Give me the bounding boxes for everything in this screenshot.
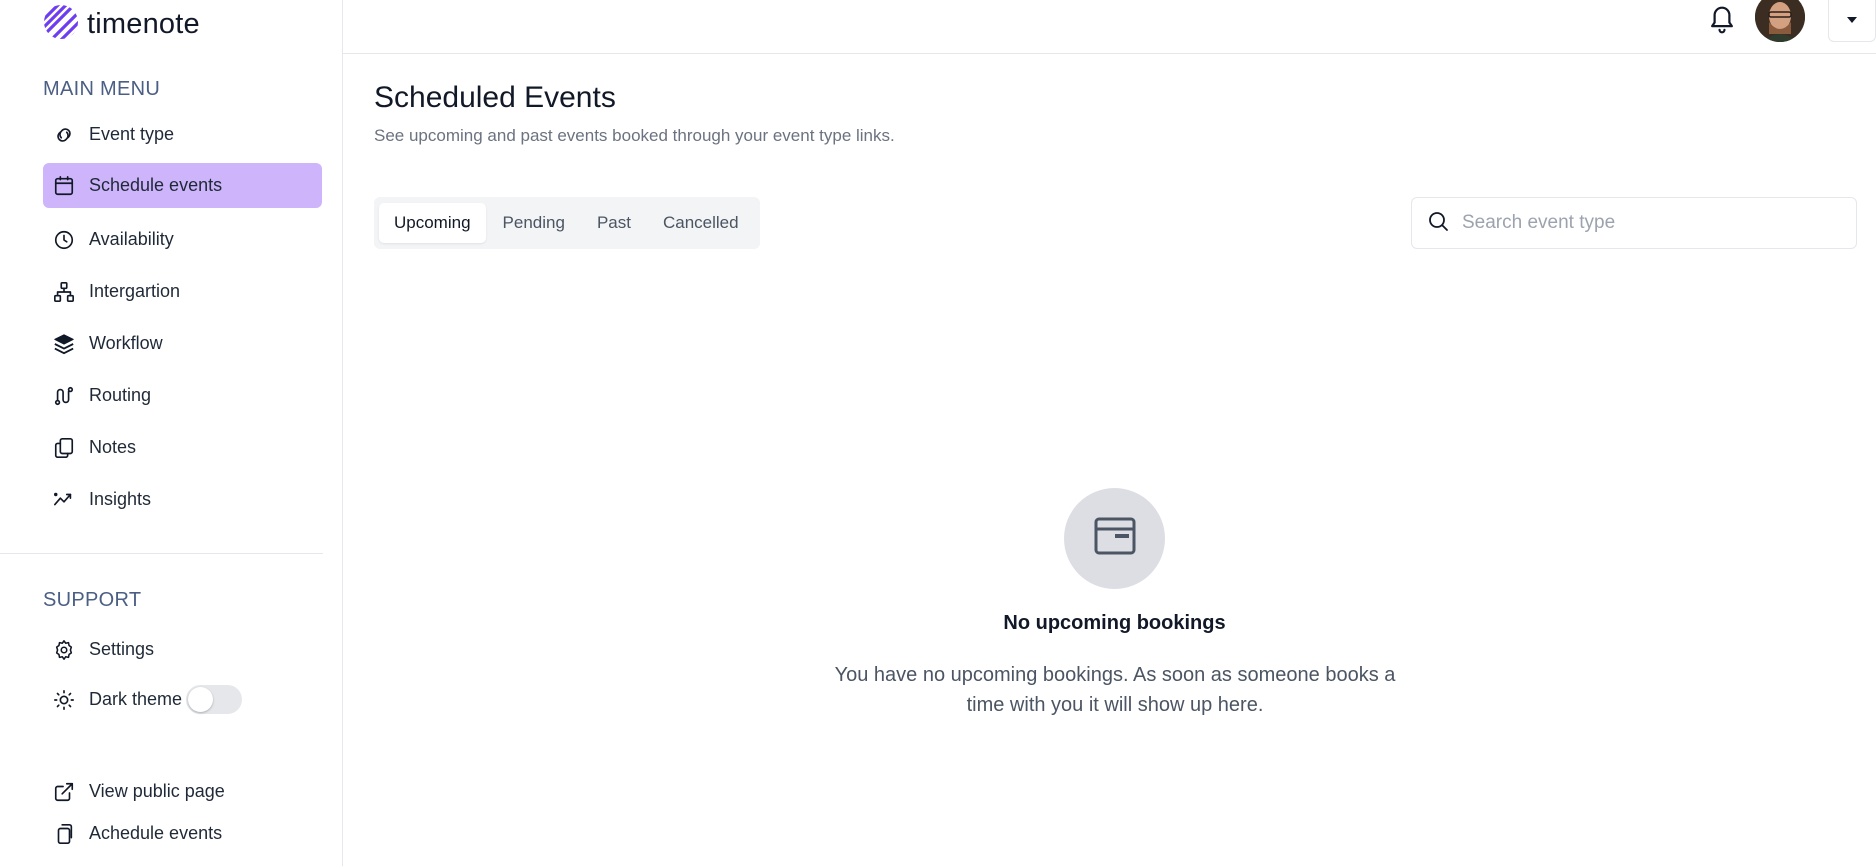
calendar-icon	[53, 175, 75, 197]
link-icon	[53, 124, 75, 146]
sidebar-item-routing[interactable]: Routing	[43, 373, 322, 418]
insights-icon	[53, 489, 75, 511]
logo-icon	[43, 4, 79, 45]
sidebar-divider	[0, 553, 323, 554]
sidebar-item-notes[interactable]: Notes	[43, 425, 322, 470]
sidebar-item-dark-theme: Dark theme	[43, 677, 183, 722]
sidebar-item-label: Settings	[89, 639, 155, 659]
sun-icon	[53, 689, 75, 711]
integration-icon	[53, 281, 75, 303]
route-icon	[53, 385, 75, 407]
search-icon	[1426, 209, 1450, 238]
sidebar-item-label: Availability	[89, 229, 174, 249]
sidebar-item-integration[interactable]: Intergartion	[43, 269, 322, 314]
sidebar-item-achedule-events[interactable]: Achedule events	[43, 811, 322, 856]
account-menu-button[interactable]	[1828, 0, 1876, 42]
sidebar-item-view-public-page[interactable]: View public page	[43, 769, 322, 814]
brand-name: timenote	[87, 7, 200, 40]
sidebar-item-label: Intergartion	[89, 281, 181, 301]
search-box	[1411, 197, 1857, 249]
sidebar-item-label: Workflow	[89, 333, 163, 353]
calendar-window-icon	[1093, 516, 1137, 561]
empty-state-illustration	[1064, 488, 1165, 589]
bell-icon[interactable]	[1707, 4, 1737, 36]
tab-cancelled[interactable]: Cancelled	[648, 203, 754, 243]
sidebar-item-label: Achedule events	[89, 823, 223, 843]
tab-past[interactable]: Past	[582, 203, 646, 243]
external-link-icon	[53, 781, 75, 803]
top-bar	[343, 0, 1876, 54]
sidebar-item-label: Routing	[89, 385, 152, 405]
sidebar-item-label: Notes	[89, 437, 137, 457]
gear-icon	[53, 639, 75, 661]
sidebar-item-workflow[interactable]: Workflow	[43, 321, 322, 366]
notes-icon	[53, 437, 75, 459]
tab-upcoming[interactable]: Upcoming	[379, 203, 486, 243]
layers-icon	[53, 333, 75, 355]
sidebar-item-insights[interactable]: Insights	[43, 477, 322, 522]
event-tabs: Upcoming Pending Past Cancelled	[374, 197, 760, 249]
sidebar-item-settings[interactable]: Settings	[43, 627, 322, 672]
dark-theme-toggle[interactable]	[186, 685, 242, 714]
support-label: SUPPORT	[43, 589, 142, 611]
search-input[interactable]	[1462, 212, 1822, 234]
toggle-knob	[188, 687, 213, 712]
empty-state-description: You have no upcoming bookings. As soon a…	[834, 664, 1396, 716]
sidebar-item-label: Dark theme	[89, 689, 183, 709]
empty-state-title: No upcoming bookings	[1003, 612, 1226, 634]
sidebar-item-event-type[interactable]: Event type	[43, 112, 322, 157]
tab-pending[interactable]: Pending	[488, 203, 580, 243]
sidebar-item-label: Schedule events	[89, 175, 223, 195]
copy-icon	[53, 823, 75, 845]
sidebar: timenote MAIN MENU Event type Schedule e…	[0, 0, 343, 866]
clock-icon	[53, 229, 75, 251]
page-title: Scheduled Events	[374, 81, 616, 114]
chevron-down-icon	[1846, 11, 1858, 29]
sidebar-item-label: Event type	[89, 124, 175, 144]
sidebar-item-availability[interactable]: Availability	[43, 217, 322, 262]
page-subtitle: See upcoming and past events booked thro…	[374, 126, 895, 145]
brand-logo[interactable]: timenote	[43, 4, 200, 45]
sidebar-item-schedule-events[interactable]: Schedule events	[43, 163, 322, 208]
sidebar-item-label: View public page	[89, 781, 225, 801]
main-menu-label: MAIN MENU	[43, 78, 161, 100]
app-root: timenote MAIN MENU Event type Schedule e…	[0, 0, 1876, 866]
sidebar-item-label: Insights	[89, 489, 152, 509]
